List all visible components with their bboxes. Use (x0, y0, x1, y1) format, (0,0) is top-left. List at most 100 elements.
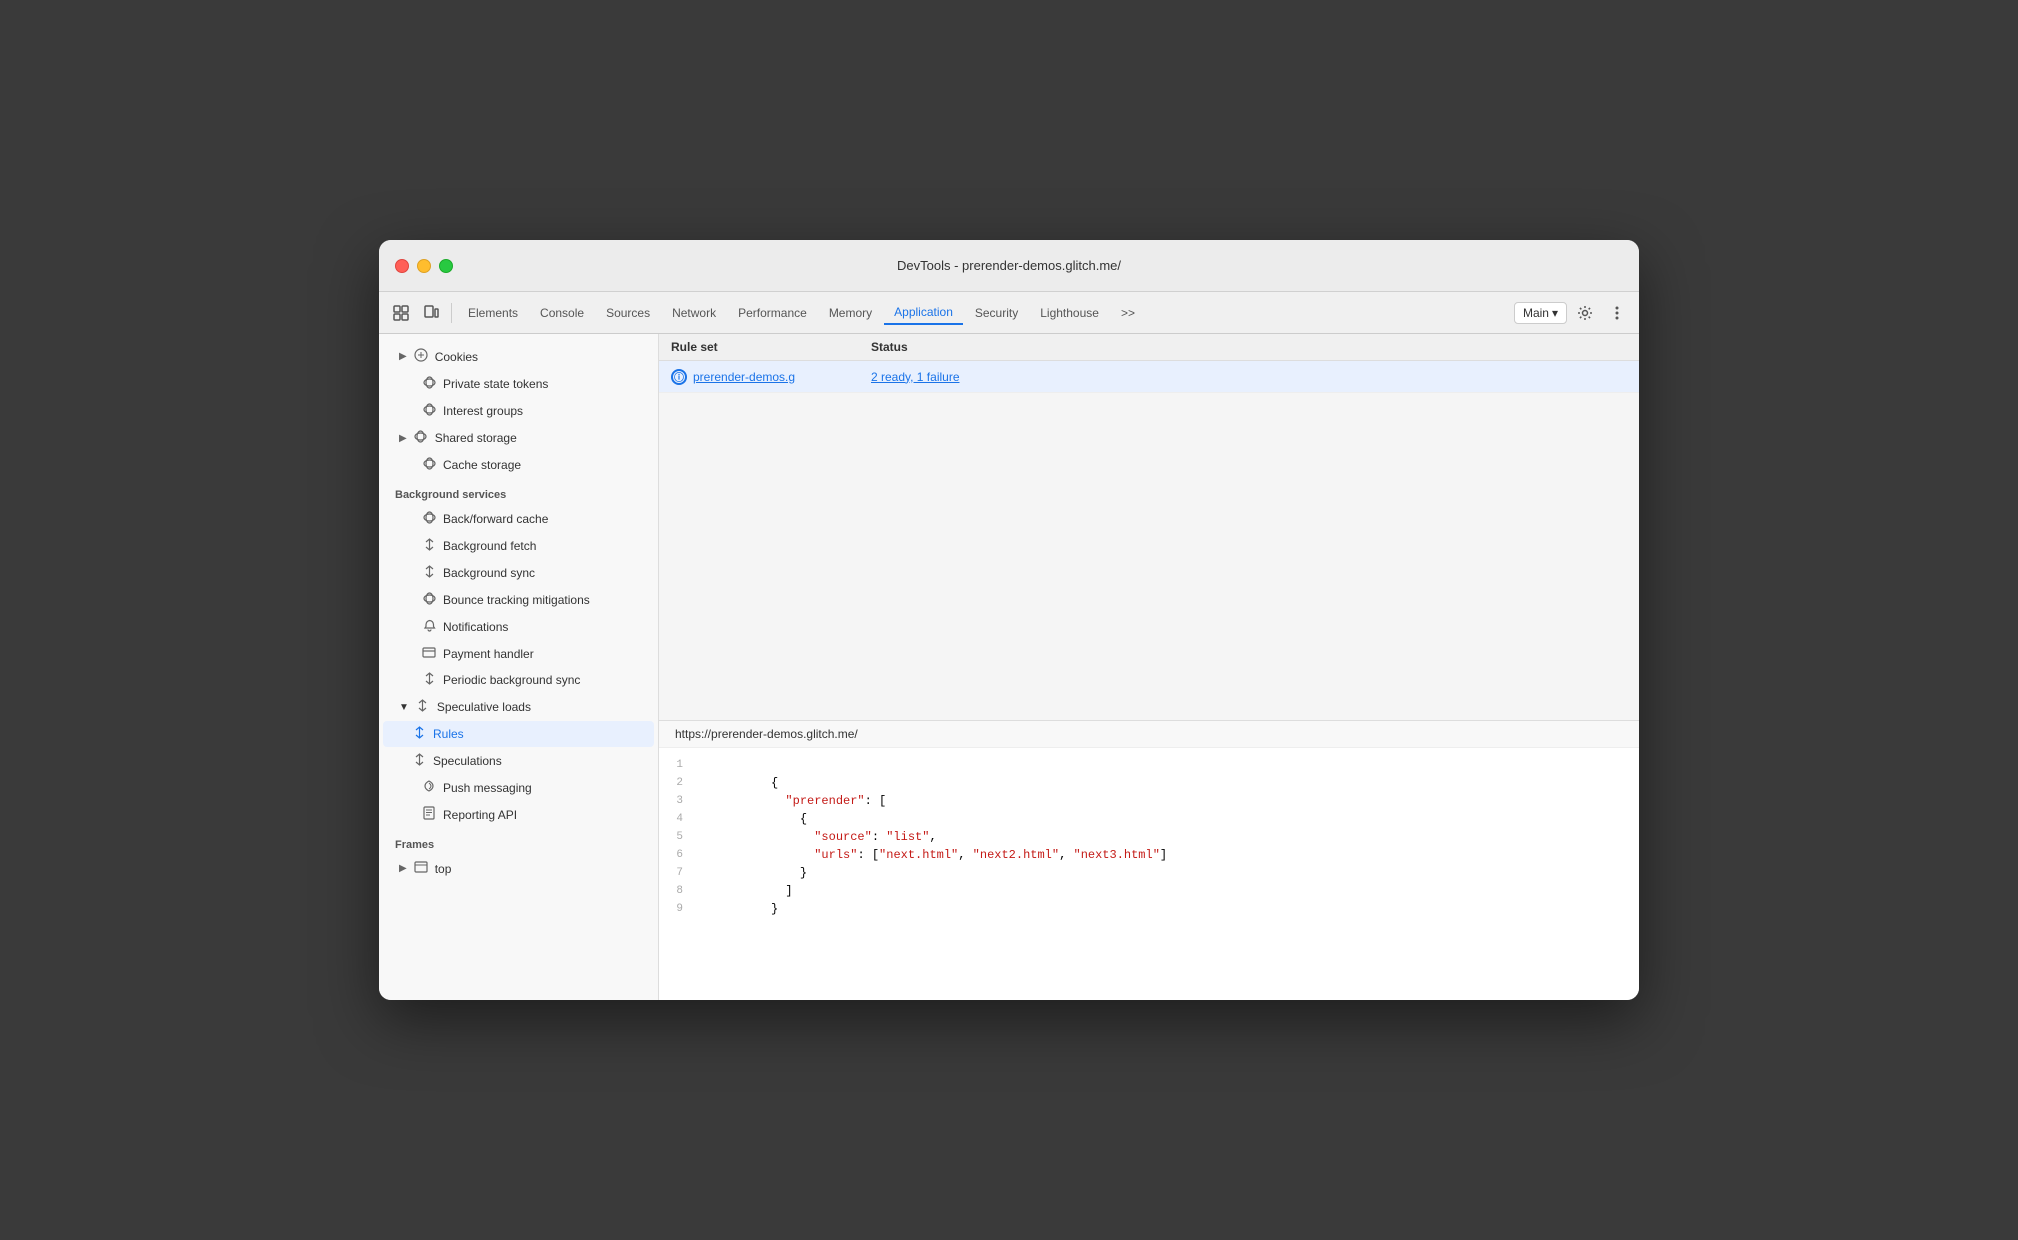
table-header: Rule set Status (659, 334, 1639, 361)
sidebar-item-back-forward-cache[interactable]: Back/forward cache (383, 506, 654, 532)
payment-handler-icon (421, 646, 437, 661)
sidebar-item-reporting-api[interactable]: Reporting API (383, 801, 654, 828)
toolbar-separator (451, 303, 452, 323)
tab-performance[interactable]: Performance (728, 302, 817, 324)
back-forward-cache-icon (421, 511, 437, 527)
tab-security[interactable]: Security (965, 302, 1028, 324)
line-content: ] (699, 882, 1639, 900)
speculations-label: Speculations (433, 754, 646, 768)
tab-console[interactable]: Console (530, 302, 594, 324)
line-number: 8 (659, 882, 699, 900)
line-number: 2 (659, 774, 699, 792)
detail-area: https://prerender-demos.glitch.me/ 12 {3… (659, 720, 1639, 1000)
speculations-icon (411, 753, 427, 769)
push-messaging-icon (421, 780, 437, 795)
table-body: ⓘ prerender-demos.g 2 ready, 1 failure (659, 361, 1639, 720)
sidebar-item-speculative-loads[interactable]: ▼ Speculative loads (383, 694, 654, 720)
tab-elements[interactable]: Elements (458, 302, 528, 324)
sidebar-item-shared-storage[interactable]: ▶ Shared storage (383, 425, 654, 451)
tab-sources[interactable]: Sources (596, 302, 660, 324)
interest-groups-icon (421, 403, 437, 419)
periodic-bg-sync-label: Periodic background sync (443, 673, 646, 687)
close-button[interactable] (395, 259, 409, 273)
settings-icon[interactable] (1571, 299, 1599, 327)
more-options-icon[interactable] (1603, 299, 1631, 327)
line-number: 4 (659, 810, 699, 828)
sidebar-item-rules[interactable]: Rules (383, 721, 654, 747)
line-number: 5 (659, 828, 699, 846)
device-toolbar-icon[interactable] (417, 299, 445, 327)
code-line: 8 ] (659, 882, 1639, 900)
code-line: 1 (659, 756, 1639, 774)
sidebar-item-cookies[interactable]: ▶ Cookies (383, 343, 654, 370)
bounce-tracking-icon (421, 592, 437, 608)
line-content: { (699, 810, 1639, 828)
sidebar-item-push-messaging[interactable]: Push messaging (383, 775, 654, 800)
rules-icon (411, 726, 427, 742)
sidebar-item-payment-handler[interactable]: Payment handler (383, 641, 654, 666)
frames-section: Frames (379, 829, 658, 855)
titlebar: DevTools - prerender-demos.glitch.me/ (379, 240, 1639, 292)
line-content: "prerender": [ (699, 792, 1639, 810)
payment-handler-label: Payment handler (443, 647, 646, 661)
status-link[interactable]: 2 ready, 1 failure (871, 370, 960, 384)
cache-storage-label: Cache storage (443, 458, 646, 472)
code-line: 4 { (659, 810, 1639, 828)
line-content: } (699, 864, 1639, 882)
maximize-button[interactable] (439, 259, 453, 273)
shared-storage-label: Shared storage (435, 431, 646, 445)
speculative-loads-icon (415, 699, 431, 715)
main-label: Main (1523, 306, 1549, 320)
private-state-tokens-icon (421, 376, 437, 392)
tab-memory[interactable]: Memory (819, 302, 882, 324)
traffic-lights (395, 259, 453, 273)
tab-network[interactable]: Network (662, 302, 726, 324)
sidebar-item-private-state-tokens[interactable]: Private state tokens (383, 371, 654, 397)
top-frame-label: top (435, 862, 646, 876)
cookies-icon (413, 348, 429, 365)
line-content: "source": "list", (699, 828, 1639, 846)
sidebar-item-interest-groups[interactable]: Interest groups (383, 398, 654, 424)
sidebar-item-speculations[interactable]: Speculations (383, 748, 654, 774)
sidebar-item-background-sync[interactable]: Background sync (383, 560, 654, 586)
notifications-label: Notifications (443, 620, 646, 634)
code-line: 6 "urls": ["next.html", "next2.html", "n… (659, 846, 1639, 864)
devtools-toolbar: Elements Console Sources Network Perform… (379, 292, 1639, 334)
sidebar-item-top-frame[interactable]: ▶ top (383, 856, 654, 881)
sidebar-item-periodic-bg-sync[interactable]: Periodic background sync (383, 667, 654, 693)
sidebar-item-notifications[interactable]: Notifications (383, 614, 654, 640)
reporting-api-icon (421, 806, 437, 823)
chevron-down-icon: ▾ (1552, 306, 1558, 320)
more-tabs-button[interactable]: >> (1111, 302, 1145, 324)
rule-set-url[interactable]: prerender-demos.g (693, 370, 795, 384)
tab-application[interactable]: Application (884, 301, 963, 325)
line-content (699, 756, 1639, 774)
shared-storage-icon (413, 430, 429, 446)
speculation-info-icon: ⓘ (671, 369, 687, 385)
line-content: "urls": ["next.html", "next2.html", "nex… (699, 846, 1639, 864)
window-title: DevTools - prerender-demos.glitch.me/ (897, 258, 1121, 273)
sidebar-item-cache-storage[interactable]: Cache storage (383, 452, 654, 478)
code-area: 12 {3 "prerender": [4 {5 "source": "list… (659, 748, 1639, 1000)
arrow-right-icon: ▶ (399, 351, 407, 362)
table-row[interactable]: ⓘ prerender-demos.g 2 ready, 1 failure (659, 361, 1639, 393)
bounce-tracking-label: Bounce tracking mitigations (443, 593, 646, 607)
tab-lighthouse[interactable]: Lighthouse (1030, 302, 1109, 324)
top-frame-arrow-icon: ▶ (399, 863, 407, 874)
code-line: 5 "source": "list", (659, 828, 1639, 846)
detail-url: https://prerender-demos.glitch.me/ (659, 721, 1639, 748)
arrow-right-icon-2: ▶ (399, 433, 407, 444)
arrow-down-icon: ▼ (399, 702, 409, 713)
background-sync-icon (421, 565, 437, 581)
main-dropdown[interactable]: Main ▾ (1514, 302, 1567, 324)
cookies-label: Cookies (435, 350, 646, 364)
sidebar-item-background-fetch[interactable]: Background fetch (383, 533, 654, 559)
line-content: { (699, 774, 1639, 792)
sidebar-item-bounce-tracking[interactable]: Bounce tracking mitigations (383, 587, 654, 613)
minimize-button[interactable] (417, 259, 431, 273)
line-number: 7 (659, 864, 699, 882)
line-number: 3 (659, 792, 699, 810)
periodic-bg-sync-icon (421, 672, 437, 688)
code-line: 2 { (659, 774, 1639, 792)
inspect-element-icon[interactable] (387, 299, 415, 327)
